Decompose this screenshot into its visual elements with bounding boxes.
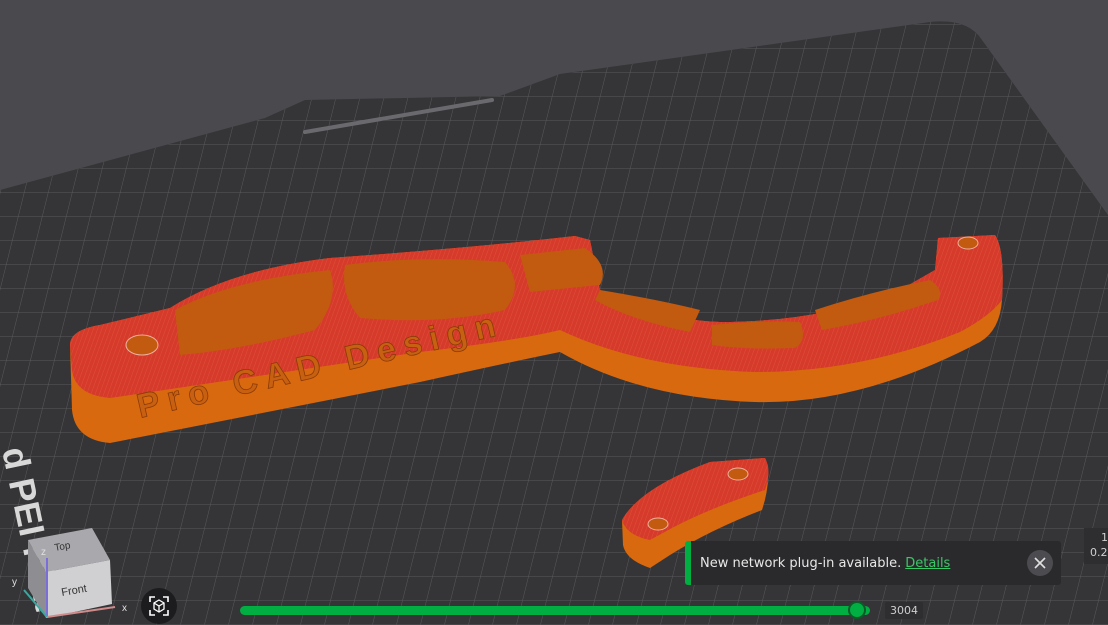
fit-view-button[interactable] — [141, 588, 177, 624]
axis-z-label: z — [41, 547, 46, 558]
notification-toast: New network plug-in available. Details — [685, 541, 1061, 585]
notification-message: New network plug-in available. — [700, 555, 902, 571]
layer-slider[interactable] — [238, 600, 878, 620]
layer-readout: 1 0.2 — [1084, 528, 1108, 564]
view-cube[interactable]: Top Front — [28, 528, 112, 618]
axis-y-label: y — [12, 577, 17, 588]
layer-slider-thumb[interactable] — [848, 601, 866, 619]
layer-slider-track[interactable] — [240, 606, 870, 615]
layer-readout-line2: 0.2 — [1090, 546, 1108, 559]
layer-readout-line1: 1 — [1101, 531, 1108, 544]
notification-details-link[interactable]: Details — [905, 556, 950, 571]
notification-close-button[interactable] — [1027, 550, 1053, 576]
layer-slider-value: 3004 — [885, 602, 923, 619]
3d-viewport[interactable]: d PEI Plat Pro CAD Design Top Front z x … — [0, 0, 1108, 625]
axis-x-label: x — [122, 603, 127, 614]
close-icon — [1034, 557, 1046, 569]
fit-view-icon — [149, 596, 169, 616]
